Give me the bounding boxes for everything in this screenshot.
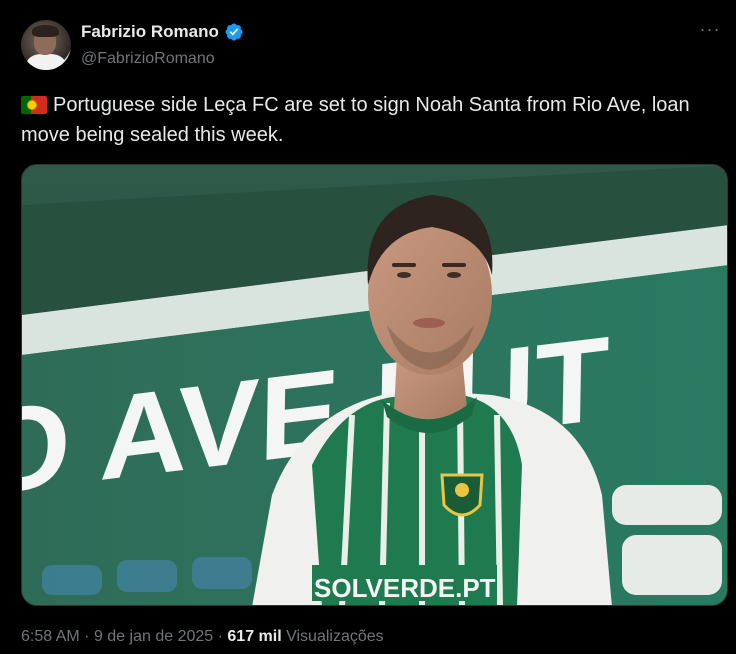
author-handle[interactable]: @FabrizioRomano (81, 50, 215, 68)
tweet-metadata: 6:58 AM · 9 de jan de 2025 · 617 mil Vis… (21, 628, 384, 646)
views-label: Visualizações (286, 628, 384, 645)
shirt-sponsor: SOLVERDE.PT (314, 573, 496, 603)
tweet-header: Fabrizio Romano @FabrizioRomano ··· (21, 20, 722, 72)
tweet-date[interactable]: 9 de jan de 2025 (94, 628, 213, 645)
more-options-icon[interactable]: ··· (698, 20, 722, 42)
club-crest (440, 473, 484, 517)
tweet-time[interactable]: 6:58 AM (21, 628, 80, 645)
separator: · (84, 628, 90, 645)
separator: · (217, 628, 223, 645)
tweet-body: Portuguese side Leça FC are set to sign … (21, 90, 711, 150)
tweet-text: Portuguese side Leça FC are set to sign … (21, 94, 690, 146)
views-count[interactable]: 617 mil (227, 628, 281, 645)
author-avatar[interactable] (21, 20, 71, 70)
author-display-name[interactable]: Fabrizio Romano (81, 22, 219, 42)
verified-badge-icon[interactable] (224, 22, 244, 42)
author-name-row: Fabrizio Romano (81, 22, 244, 42)
portugal-flag-icon (21, 96, 47, 114)
tweet-media-image[interactable]: O AVE FUT SOLVERDE.PT (21, 164, 728, 606)
